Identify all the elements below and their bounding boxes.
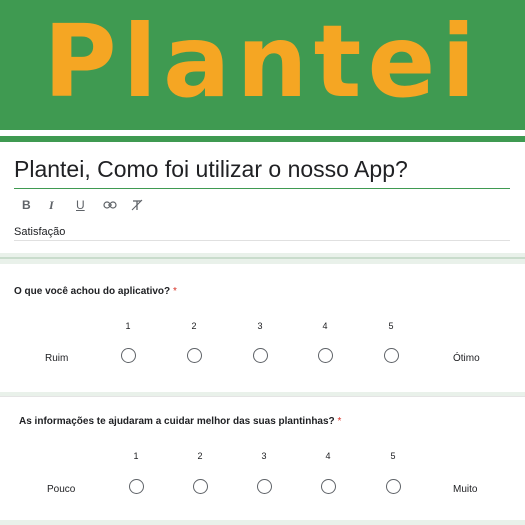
scale-number: 2 bbox=[197, 451, 203, 461]
question-title: O que você achou do aplicativo? * bbox=[14, 286, 177, 297]
format-toolbar: B I U bbox=[22, 198, 157, 212]
question-text: O que você achou do aplicativo? bbox=[14, 286, 171, 297]
rating-radio-1[interactable] bbox=[121, 348, 136, 363]
scale-high-label: Muito bbox=[453, 484, 478, 495]
rating-radio-4[interactable] bbox=[318, 348, 333, 363]
scale-number: 3 bbox=[261, 451, 267, 461]
question-card-1: O que você achou do aplicativo? * 1 2 3 … bbox=[0, 264, 525, 392]
rating-radio-3[interactable] bbox=[253, 348, 268, 363]
rating-radio-4[interactable] bbox=[321, 479, 336, 494]
scale-number: 5 bbox=[388, 321, 394, 331]
rating-radio-5[interactable] bbox=[386, 479, 401, 494]
scale-number: 5 bbox=[390, 451, 396, 461]
rating-radio-2[interactable] bbox=[193, 479, 208, 494]
required-mark: * bbox=[337, 416, 342, 427]
form-title[interactable]: Plantei, Como foi utilizar o nosso App? bbox=[14, 156, 408, 183]
app-logo: Plantei bbox=[43, 3, 482, 120]
question-card-2: As informações te ajudaram a cuidar melh… bbox=[0, 396, 525, 520]
rating-radio-3[interactable] bbox=[257, 479, 272, 494]
form-description[interactable]: Satisfação bbox=[14, 226, 65, 238]
required-mark: * bbox=[172, 286, 177, 297]
scale-low-label: Pouco bbox=[47, 484, 76, 495]
description-underline bbox=[14, 240, 510, 241]
question-title: As informações te ajudaram a cuidar melh… bbox=[19, 416, 341, 427]
link-icon[interactable] bbox=[103, 198, 130, 212]
scale-number: 1 bbox=[125, 321, 131, 331]
scale-number: 4 bbox=[325, 451, 331, 461]
scale-number: 4 bbox=[322, 321, 328, 331]
underline-icon[interactable]: U bbox=[76, 198, 103, 212]
scale-number: 2 bbox=[191, 321, 197, 331]
italic-icon[interactable]: I bbox=[49, 198, 76, 212]
title-underline bbox=[14, 188, 510, 189]
card-separator bbox=[0, 254, 525, 264]
clear-format-icon[interactable] bbox=[130, 198, 157, 212]
question-text: As informações te ajudaram a cuidar melh… bbox=[19, 416, 335, 427]
scale-number: 1 bbox=[133, 451, 139, 461]
rating-radio-5[interactable] bbox=[384, 348, 399, 363]
scale-high-label: Ótimo bbox=[453, 353, 480, 364]
rating-radio-2[interactable] bbox=[187, 348, 202, 363]
bold-icon[interactable]: B bbox=[22, 198, 49, 212]
scale-low-label: Ruim bbox=[45, 353, 69, 364]
header-banner: Plantei bbox=[0, 0, 525, 130]
rating-radio-1[interactable] bbox=[129, 479, 144, 494]
form-title-card: Plantei, Como foi utilizar o nosso App? … bbox=[0, 142, 525, 253]
scale-number: 3 bbox=[257, 321, 263, 331]
